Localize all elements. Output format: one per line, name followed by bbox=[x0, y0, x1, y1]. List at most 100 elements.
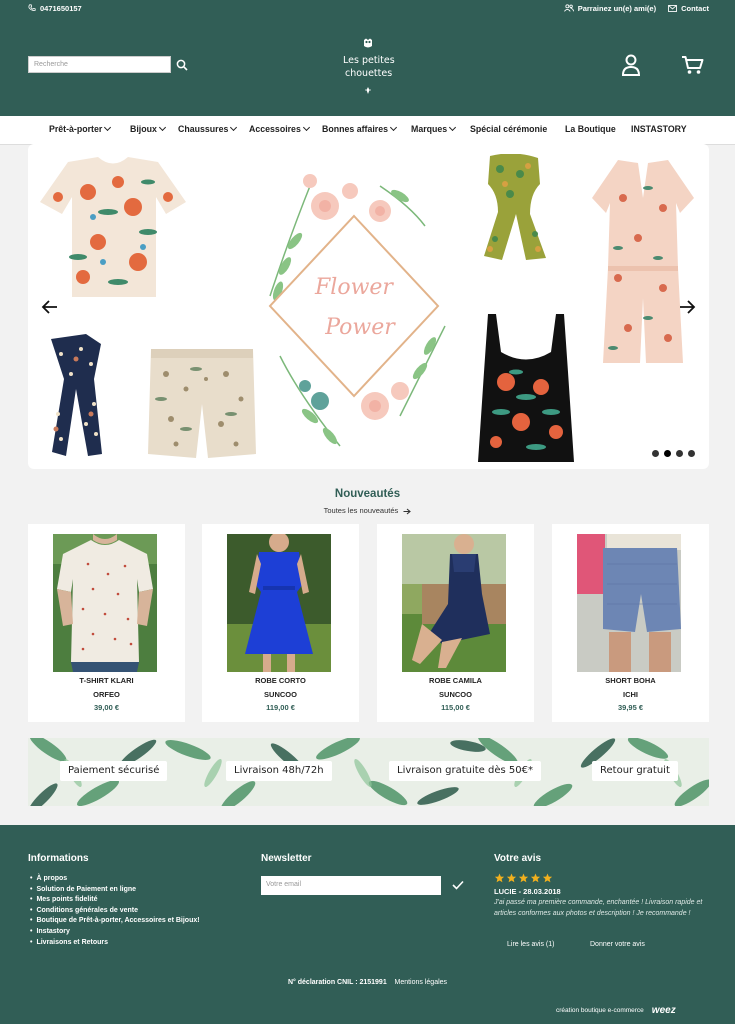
cart-icon[interactable] bbox=[681, 55, 704, 75]
nav-label: Bijoux bbox=[130, 124, 157, 134]
contact-link[interactable]: Contact bbox=[668, 4, 709, 13]
check-icon[interactable] bbox=[452, 880, 464, 890]
footer-link[interactable]: Mes points fidelité bbox=[30, 895, 200, 906]
product-image-robe-corto bbox=[227, 534, 331, 672]
product-image-robe-camila bbox=[402, 534, 506, 672]
slider-dot[interactable] bbox=[676, 450, 683, 457]
review-text: J'ai passé ma première commande, enchant… bbox=[494, 899, 703, 917]
hero-title-line2: Power bbox=[324, 315, 396, 340]
product-name: ROBE CAMILA bbox=[429, 676, 482, 685]
product-image-floral-tee bbox=[40, 157, 186, 297]
nav-item-la-boutique[interactable]: La Boutique bbox=[565, 124, 616, 134]
nav-item-instastory[interactable]: INSTASTORY bbox=[631, 124, 687, 134]
sponsor-label: Parrainez un(e) ami(e) bbox=[577, 3, 657, 13]
star-icon bbox=[494, 873, 505, 883]
footer-link[interactable]: Instastory bbox=[30, 927, 200, 938]
product-card[interactable]: ROBE CAMILA SUNCOO 115,00 € bbox=[377, 524, 534, 722]
footer-newsletter-title: Newsletter bbox=[261, 853, 312, 864]
read-reviews-link[interactable]: Lire les avis (1) bbox=[507, 941, 554, 948]
footer-link[interactable]: Boutique de Prêt-à-porter, Accessoires e… bbox=[30, 916, 199, 927]
product-brand: ICHI bbox=[623, 690, 638, 699]
footer-link[interactable]: Livraisons et Retours bbox=[30, 938, 200, 949]
product-brand: ORFEO bbox=[93, 690, 120, 699]
nav-item-chaussures[interactable]: Chaussures bbox=[178, 123, 238, 134]
mail-icon bbox=[668, 4, 677, 12]
feather-icon bbox=[365, 87, 371, 94]
search-input[interactable]: Recherche bbox=[28, 56, 171, 73]
review-stars bbox=[494, 873, 553, 883]
owl-logo-icon bbox=[364, 38, 372, 48]
product-card[interactable]: T-SHIRT KLARI ORFEO 39,00 € bbox=[28, 524, 185, 722]
reassurance-banner: Paiement sécurisé Livraison 48h/72h Livr… bbox=[28, 738, 709, 806]
footer-review-title: Votre avis bbox=[494, 853, 542, 864]
banner-label-paiement: Paiement sécurisé bbox=[60, 761, 168, 781]
nav-label: Prêt-à-porter bbox=[49, 124, 103, 134]
site-header: 0471650157 Parrainez un(e) ami(e) Contac… bbox=[0, 0, 735, 116]
logo-text-line1: Les petites bbox=[343, 55, 395, 66]
arrow-right-icon bbox=[403, 508, 412, 514]
legal-mentions-link[interactable]: Mentions légales bbox=[395, 979, 448, 986]
newsletter-email-input[interactable]: Votre email bbox=[261, 876, 441, 895]
review-author: LUCIE - 28.03.2018 bbox=[494, 887, 561, 896]
product-price: 115,00 € bbox=[441, 703, 470, 712]
nav-label: La Boutique bbox=[565, 124, 616, 134]
phone-icon bbox=[28, 4, 36, 11]
star-icon bbox=[518, 873, 529, 883]
phone-link[interactable]: 0471650157 bbox=[28, 4, 82, 13]
slider-dot-active[interactable] bbox=[664, 450, 671, 457]
product-image-foulard bbox=[51, 334, 102, 456]
slider-dots bbox=[652, 450, 695, 457]
new-products-title: Nouveautés bbox=[334, 488, 401, 500]
logo-text-line2: chouettes bbox=[345, 68, 393, 79]
all-new-products-link[interactable]: Toutes les nouveautés bbox=[0, 506, 735, 515]
nav-item-pret-a-porter[interactable]: Prêt-à-porter bbox=[49, 123, 112, 134]
product-image-tshirt-klari bbox=[53, 534, 157, 672]
footer-link[interactable]: Solution de Paiement en ligne bbox=[30, 885, 200, 896]
footer-link[interactable]: Conditions générales de vente bbox=[30, 906, 200, 917]
nav-label: Spécial cérémonie bbox=[470, 124, 548, 134]
banner-label-retour: Retour gratuit bbox=[592, 761, 678, 781]
product-image-green-scarf bbox=[484, 154, 546, 260]
credit-text: création boutique e-commerce bbox=[556, 1007, 644, 1014]
product-image-black-floral-top bbox=[478, 314, 574, 462]
nav-item-bijoux[interactable]: Bijoux bbox=[130, 123, 166, 134]
cnil-declaration: N° déclaration CNIL : 2151991 bbox=[287, 979, 387, 986]
slider-dot[interactable] bbox=[652, 450, 659, 457]
credit-line[interactable]: création boutique e-commerce weez bbox=[556, 1005, 676, 1016]
nav-item-marques[interactable]: Marques bbox=[411, 123, 457, 134]
sponsor-link[interactable]: Parrainez un(e) ami(e) bbox=[563, 3, 657, 13]
hero-slider[interactable]: Flower Power bbox=[28, 144, 709, 469]
search-icon[interactable] bbox=[176, 59, 188, 71]
slider-next-arrow-icon[interactable] bbox=[679, 299, 697, 315]
nav-label: INSTASTORY bbox=[631, 124, 687, 134]
main-nav: Prêt-à-porter Bijoux Chaussures Accessoi… bbox=[0, 116, 735, 145]
chevron-down-icon bbox=[104, 123, 112, 132]
slider-prev-arrow-icon[interactable] bbox=[40, 299, 58, 315]
nav-label: Bonnes affaires bbox=[322, 124, 388, 134]
footer-link[interactable]: À propos bbox=[30, 874, 200, 885]
product-price: 39,00 € bbox=[93, 703, 120, 712]
slider-dot[interactable] bbox=[688, 450, 695, 457]
chevron-down-icon bbox=[389, 123, 398, 132]
flower-power-illustration: Flower Power bbox=[268, 174, 446, 447]
legal-line: N° déclaration CNIL : 2151991 Mentions l… bbox=[0, 979, 735, 986]
nav-item-special-ceremonie[interactable]: Spécial cérémonie bbox=[470, 124, 547, 134]
nav-label: Accessoires bbox=[249, 124, 301, 134]
site-logo[interactable]: Les petites chouettes bbox=[333, 36, 403, 96]
product-name: ROBE CORTO bbox=[255, 676, 306, 685]
product-card[interactable]: SHORT BOHA ICHI 39,95 € bbox=[552, 524, 709, 722]
product-name: T-SHIRT KLARI bbox=[79, 676, 134, 685]
top-bar: 0471650157 Parrainez un(e) ami(e) Contac… bbox=[28, 2, 709, 14]
nav-item-bonnes-affaires[interactable]: Bonnes affaires bbox=[322, 123, 398, 134]
give-review-link[interactable]: Donner votre avis bbox=[590, 941, 645, 948]
product-price: 39,95 € bbox=[617, 703, 644, 712]
phone-number: 0471650157 bbox=[40, 3, 82, 13]
product-image-floral-romper bbox=[592, 160, 694, 363]
chevron-down-icon bbox=[302, 123, 310, 132]
nav-item-accessoires[interactable]: Accessoires bbox=[249, 123, 310, 134]
product-name: SHORT BOHA bbox=[605, 676, 656, 685]
contact-label: Contact bbox=[681, 3, 709, 13]
account-icon[interactable] bbox=[621, 54, 641, 76]
product-card[interactable]: ROBE CORTO SUNCOO 119,00 € bbox=[202, 524, 359, 722]
users-icon bbox=[563, 4, 574, 12]
